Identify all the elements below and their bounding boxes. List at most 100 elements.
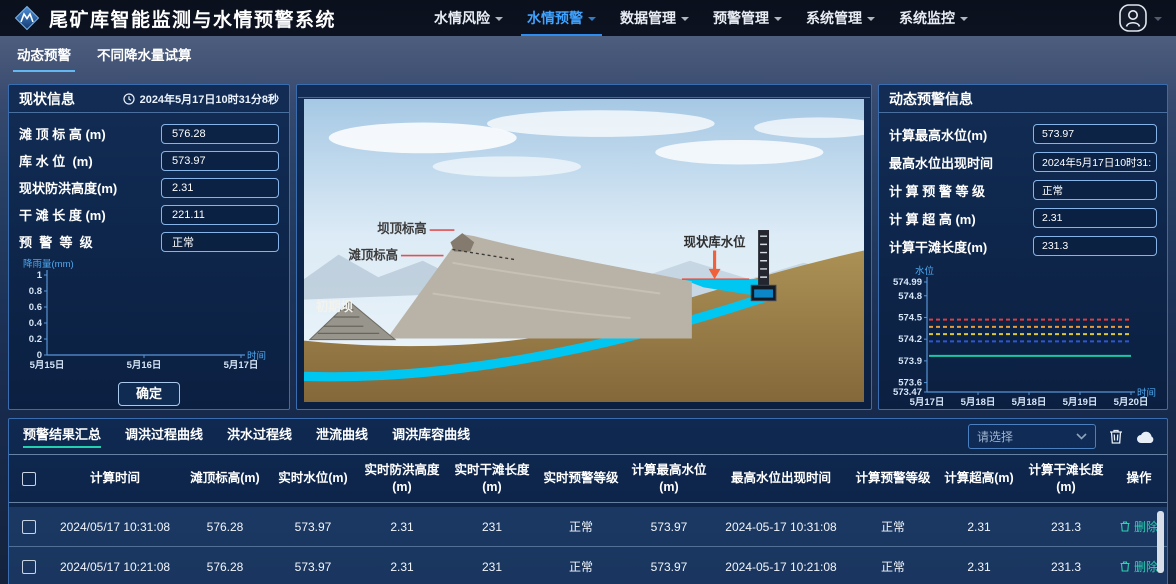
app-logo-icon <box>14 5 40 31</box>
nav-item-label: 系统管理 <box>806 8 862 28</box>
current-info-value-field[interactable]: 221.11 <box>161 205 279 225</box>
main-content: 现状信息 2024年5月17日10时31分8秒 滩 顶 标 高 (m)576.2… <box>8 84 1168 410</box>
current-status-fields: 滩 顶 标 高 (m)576.28库 水 位 (m)573.97现状防洪高度(m… <box>9 113 289 257</box>
dynamic-info-value-field[interactable]: 231.3 <box>1033 236 1157 256</box>
table-cell: 2024-05-17 10:31:08 <box>713 520 849 534</box>
table-row: 2024/05/17 10:31:08576.28573.972.31231正常… <box>9 507 1167 547</box>
chevron-down-icon <box>1154 17 1162 21</box>
export-cloud-button[interactable] <box>1136 430 1155 444</box>
current-status-header: 现状信息 2024年5月17日10时31分8秒 <box>9 85 289 113</box>
current-info-label: 现状防洪高度(m) <box>19 178 117 197</box>
table-cell: 正常 <box>537 558 625 575</box>
table-cell: 2024/05/17 10:21:08 <box>49 560 181 574</box>
current-info-value-field[interactable]: 573.97 <box>161 151 279 171</box>
svg-text:5月18日: 5月18日 <box>961 397 996 408</box>
rainfall-chart: 10.80.60.40.205月15日5月16日5月17日降雨量(mm)时间 <box>13 257 275 379</box>
status-timestamp: 2024年5月17日10时31分8秒 <box>140 91 279 107</box>
nav-item-label: 水情风险 <box>434 8 490 28</box>
results-controls: 请选择 <box>968 424 1155 449</box>
dynamic-info-row-0: 计算最高水位(m) 573.97 <box>879 120 1167 148</box>
dynamic-info-value-field[interactable]: 573.97 <box>1033 124 1157 144</box>
diagram-gauge-pole <box>758 230 769 289</box>
dynamic-info-row-1: 最高水位出现时间2024年5月17日10时31: <box>879 148 1167 176</box>
table-cell: 573.97 <box>269 560 357 574</box>
results-tab-1[interactable]: 调洪过程曲线 <box>125 424 203 447</box>
current-info-value-field[interactable]: 2.31 <box>161 178 279 198</box>
column-header: 实时预警等级 <box>537 470 625 486</box>
current-info-row-3: 干 滩 长 度 (m) 221.11 <box>9 201 289 228</box>
results-tab-4[interactable]: 调洪库容曲线 <box>392 424 470 447</box>
column-header: 实时水位(m) <box>269 470 357 486</box>
row-checkbox[interactable] <box>22 520 36 534</box>
select-all-checkbox[interactable] <box>22 472 36 486</box>
dynamic-info-label: 计算最高水位(m) <box>889 125 987 144</box>
nav-item-3[interactable]: 预警管理 <box>701 0 794 36</box>
results-tab-0[interactable]: 预警结果汇总 <box>23 424 101 447</box>
svg-text:0.2: 0.2 <box>29 334 42 345</box>
results-tabs: 预警结果汇总 调洪过程曲线 洪水过程线 泄流曲线 调洪库容曲线 <box>23 424 470 447</box>
subtab-1[interactable]: 不同降水量试算 <box>96 41 193 67</box>
trash-icon <box>1120 561 1130 572</box>
user-menu[interactable] <box>1118 3 1162 33</box>
current-info-value-field[interactable]: 576.28 <box>161 124 279 144</box>
svg-text:1: 1 <box>37 270 43 281</box>
table-row: 2024/05/17 10:21:08576.28573.972.31231正常… <box>9 547 1167 584</box>
svg-text:0.8: 0.8 <box>29 286 42 297</box>
svg-text:5月19日: 5月19日 <box>1063 397 1098 408</box>
current-info-label: 干 滩 长 度 (m) <box>19 205 106 224</box>
nav-item-5[interactable]: 系统监控 <box>887 0 980 36</box>
nav-item-label: 水情预警 <box>527 8 583 28</box>
table-cell: 2024-05-17 10:21:08 <box>713 560 849 574</box>
dynamic-info-value-field[interactable]: 2024年5月17日10时31: <box>1033 152 1157 172</box>
svg-text:5月15日: 5月15日 <box>30 360 65 371</box>
chevron-down-icon <box>774 17 782 21</box>
subtab-0[interactable]: 动态预警 <box>16 41 72 67</box>
table-cell: 2.31 <box>357 520 447 534</box>
select-placeholder: 请选择 <box>977 428 1013 445</box>
nav-item-0[interactable]: 水情风险 <box>422 0 515 36</box>
dynamic-warning-fields: 计算最高水位(m)573.97最高水位出现时间2024年5月17日10时31:计… <box>879 113 1167 262</box>
table-cell: 2.31 <box>937 520 1021 534</box>
table-scrollbar[interactable] <box>1157 511 1164 573</box>
svg-text:574.5: 574.5 <box>898 312 922 323</box>
current-info-value-field[interactable]: 正常 <box>161 232 279 252</box>
nav-item-4[interactable]: 系统管理 <box>794 0 887 36</box>
dynamic-info-row-2: 计 算 预 警 等 级正常 <box>879 176 1167 204</box>
dynamic-warning-header: 动态预警信息 <box>879 85 1167 113</box>
svg-text:574.99: 574.99 <box>893 277 922 288</box>
table-cell: 231.3 <box>1021 520 1111 534</box>
svg-text:水位: 水位 <box>915 265 935 277</box>
avatar-icon[interactable] <box>1118 3 1148 33</box>
results-tab-3[interactable]: 泄流曲线 <box>316 424 368 447</box>
table-cell: 正常 <box>537 518 625 535</box>
column-header: 计算干滩长度(m) <box>1021 462 1111 495</box>
table-cell: 573.97 <box>625 520 713 534</box>
current-info-row-2: 现状防洪高度(m) 2.31 <box>9 174 289 201</box>
main-nav: 水情风险 水情预警 数据管理预警管理系统管理 系统监控 <box>422 0 980 36</box>
dynamic-info-value-field[interactable]: 2.31 <box>1033 208 1157 228</box>
delete-selected-button[interactable] <box>1108 428 1124 445</box>
svg-text:574.8: 574.8 <box>898 291 922 302</box>
svg-text:573.9: 573.9 <box>898 356 922 367</box>
dynamic-info-label: 计算干滩长度(m) <box>889 237 987 256</box>
results-tab-2[interactable]: 洪水过程线 <box>227 424 292 447</box>
dynamic-info-row-3: 计 算 超 高 (m)2.31 <box>879 204 1167 232</box>
column-header: 最高水位出现时间 <box>713 470 849 486</box>
row-checkbox[interactable] <box>22 560 36 574</box>
table-cell: 2024/05/17 10:31:08 <box>49 520 181 534</box>
page-title: 尾矿库智能监测与水情预警系统 <box>49 5 336 32</box>
delete-row-label: 删除 <box>1134 518 1158 535</box>
current-status-title: 现状信息 <box>19 89 75 109</box>
column-header: 实时防洪高度(m) <box>357 462 447 495</box>
app-root: 尾矿库智能监测与水情预警系统 水情风险水情预警数据管理预警管理系统管理系统监控 … <box>0 0 1176 584</box>
current-info-row-4: 预 警 等 级正常 <box>9 228 289 255</box>
svg-text:降雨量(mm): 降雨量(mm) <box>23 258 74 270</box>
beach-top-label: 滩顶标高 <box>349 248 399 263</box>
dynamic-info-value-field[interactable]: 正常 <box>1033 180 1157 200</box>
result-filter-select[interactable]: 请选择 <box>968 424 1096 449</box>
water-level-chart: 574.99574.8574.5574.2573.9573.6573.475月1… <box>881 264 1163 414</box>
nav-item-1[interactable]: 水情预警 <box>515 0 608 36</box>
table-cell: 2.31 <box>357 560 447 574</box>
nav-item-2[interactable]: 数据管理 <box>608 0 701 36</box>
confirm-button[interactable]: 确定 <box>118 382 180 406</box>
